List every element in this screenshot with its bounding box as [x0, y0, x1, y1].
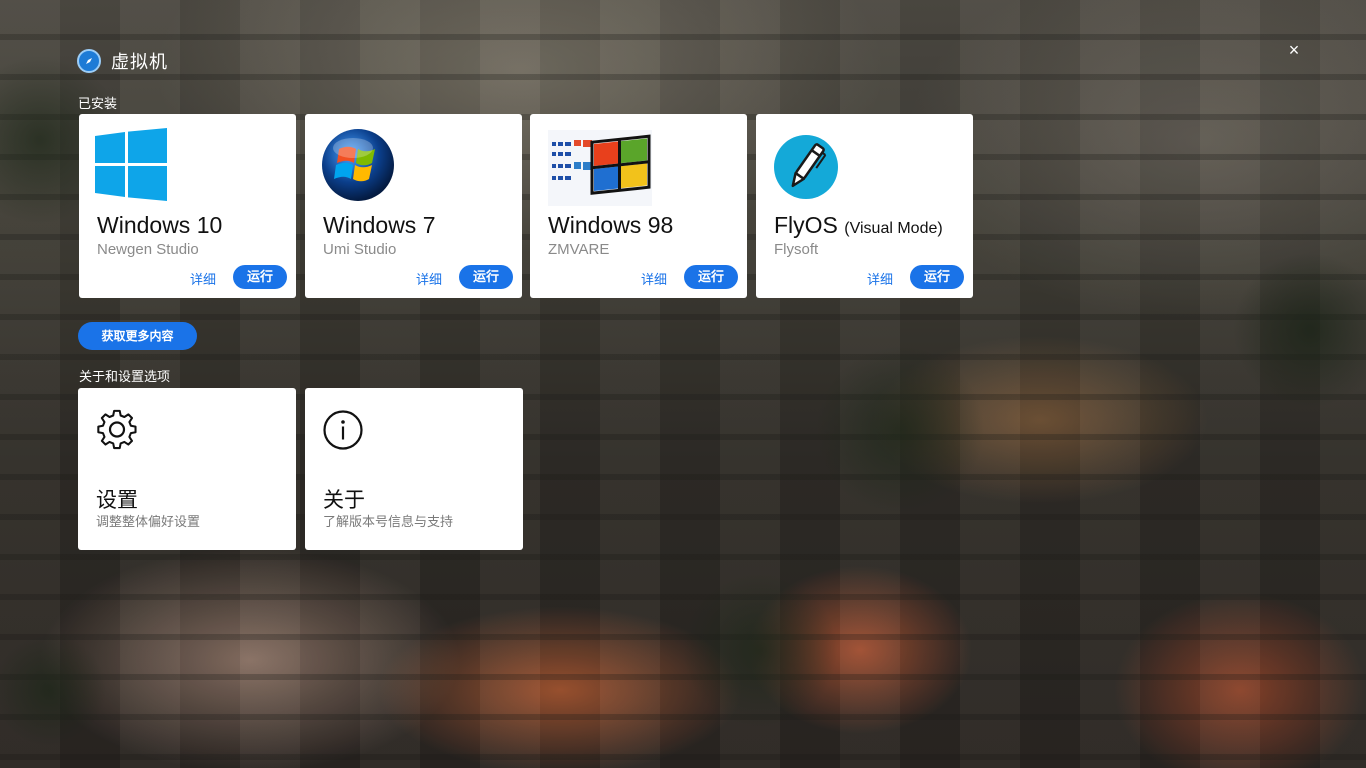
- settings-title: 设置: [96, 489, 138, 512]
- windows-7-logo-icon: [321, 128, 397, 204]
- vm-vendor: ZMVARE: [548, 241, 610, 258]
- app-header: 虚拟机: [77, 49, 168, 73]
- vm-mode: (Visual Mode): [844, 220, 943, 237]
- detail-link[interactable]: 详细: [190, 269, 216, 288]
- detail-link[interactable]: 详细: [867, 269, 893, 288]
- vm-card-windows-7: Windows 7 Umi Studio 详细 运行: [305, 114, 522, 298]
- vm-name: Windows 10: [97, 212, 223, 238]
- close-icon: ×: [1288, 40, 1300, 60]
- about-description: 了解版本号信息与支持: [323, 514, 454, 529]
- run-button[interactable]: 运行: [910, 265, 964, 289]
- installed-heading: 已安装: [78, 96, 118, 111]
- flyos-pen-icon: [773, 134, 839, 200]
- vm-name: Windows 98: [548, 212, 674, 238]
- about-title: 关于: [323, 489, 365, 512]
- compass-icon: [77, 49, 101, 73]
- settings-description: 调整整体偏好设置: [96, 514, 201, 529]
- run-button[interactable]: 运行: [684, 265, 738, 289]
- run-button[interactable]: 运行: [459, 265, 513, 289]
- vm-name: FlyOS (Visual Mode): [774, 212, 943, 238]
- detail-link[interactable]: 详细: [641, 269, 667, 288]
- vm-card-windows-10: Windows 10 Newgen Studio 详细 运行: [79, 114, 296, 298]
- about-card[interactable]: 关于 了解版本号信息与支持: [305, 388, 523, 550]
- run-button[interactable]: 运行: [233, 265, 287, 289]
- vm-vendor: Umi Studio: [323, 241, 397, 258]
- vm-card-flyos: FlyOS (Visual Mode) Flysoft 详细 运行: [756, 114, 973, 298]
- windows-10-logo-icon: [95, 128, 171, 204]
- options-heading: 关于和设置选项: [79, 369, 171, 384]
- vm-vendor: Flysoft: [774, 241, 819, 258]
- windows-98-logo-icon: [548, 130, 652, 206]
- app-title: 虚拟机: [111, 52, 168, 72]
- close-button[interactable]: ×: [1284, 40, 1304, 60]
- vm-card-windows-98: Windows 98 ZMVARE 详细 运行: [530, 114, 747, 298]
- gear-icon: [96, 409, 138, 451]
- detail-link[interactable]: 详细: [416, 269, 442, 288]
- vm-name: Windows 7: [323, 212, 436, 238]
- vm-vendor: Newgen Studio: [97, 241, 199, 258]
- get-more-content-button[interactable]: 获取更多内容: [78, 322, 197, 350]
- info-icon: [323, 409, 365, 451]
- settings-card[interactable]: 设置 调整整体偏好设置: [78, 388, 296, 550]
